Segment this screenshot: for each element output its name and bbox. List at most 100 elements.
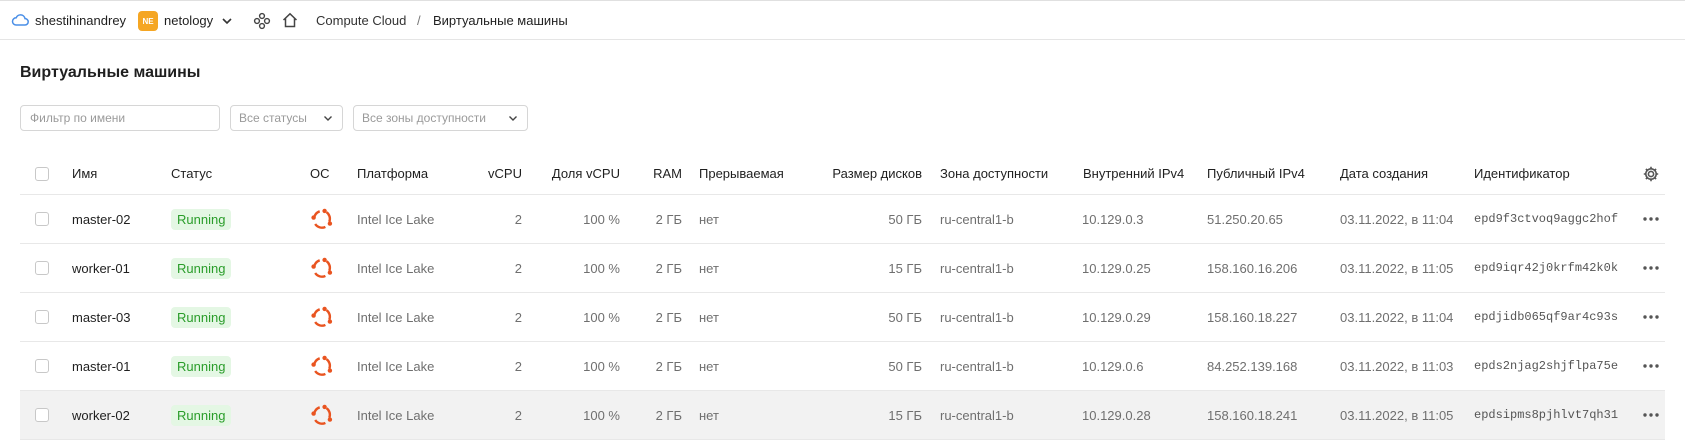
col-vcpu-share[interactable]: Доля vCPU xyxy=(525,153,620,194)
created-cell: 03.11.2022, в 11:04 xyxy=(1340,211,1454,227)
col-zone[interactable]: Зона доступности xyxy=(940,153,1048,194)
preemptible-cell: нет xyxy=(699,358,719,374)
row-select-cell xyxy=(35,195,51,243)
vm-id-cell: epds2njag2shjflpa75e xyxy=(1474,359,1619,373)
table-row[interactable]: master-03 Running Intel Ice Lake 2 100 %… xyxy=(20,293,1665,342)
internal-ip-cell: 10.129.0.6 xyxy=(1082,358,1144,374)
created-cell: 03.11.2022, в 11:05 xyxy=(1340,260,1454,276)
top-bar: shestihinandrey NE netology Compute Clou… xyxy=(0,0,1685,40)
row-checkbox[interactable] xyxy=(35,359,49,373)
breadcrumb-current: Виртуальные машины xyxy=(433,13,568,28)
chevron-down-icon xyxy=(324,116,332,121)
preemptible-cell: нет xyxy=(699,260,719,276)
col-id[interactable]: Идентификатор xyxy=(1474,153,1570,194)
vcpu-share-cell: 100 % xyxy=(583,407,620,423)
chevron-down-icon[interactable] xyxy=(220,14,234,28)
status-cell: Running xyxy=(171,391,232,439)
home-icon[interactable] xyxy=(281,11,299,29)
status-badge: Running xyxy=(171,355,232,377)
vm-name[interactable]: worker-01 xyxy=(72,244,130,292)
preemptible-cell: нет xyxy=(699,407,719,423)
select-all-cell xyxy=(35,153,51,194)
col-vcpu[interactable]: vCPU xyxy=(440,153,522,194)
vm-name[interactable]: worker-02 xyxy=(72,391,130,439)
ram-cell: 2 ГБ xyxy=(655,260,682,276)
col-created[interactable]: Дата создания xyxy=(1340,153,1428,194)
page-title: Виртуальные машины xyxy=(20,64,201,81)
more-actions-icon[interactable] xyxy=(1640,293,1662,341)
col-disk-size[interactable]: Размер дисков xyxy=(800,153,922,194)
status-filter-select[interactable]: Все статусы xyxy=(230,105,343,131)
more-actions-icon[interactable] xyxy=(1640,195,1662,243)
services-icon[interactable] xyxy=(253,12,271,30)
zone-cell: ru-central1-b xyxy=(940,260,1014,276)
platform-cell: Intel Ice Lake xyxy=(357,211,435,227)
created-cell: 03.11.2022, в 11:03 xyxy=(1340,358,1454,374)
row-checkbox[interactable] xyxy=(35,310,49,324)
table-header: Имя Статус ОС Платформа vCPU Доля vCPU R… xyxy=(20,153,1665,195)
select-all-checkbox[interactable] xyxy=(35,166,49,181)
row-checkbox[interactable] xyxy=(35,212,49,226)
row-select-cell xyxy=(35,293,51,341)
vm-id-cell: epdjidb065qf9ar4c93s xyxy=(1474,310,1619,324)
vcpu-cell: 2 xyxy=(514,407,522,423)
org-name[interactable]: netology xyxy=(164,13,213,28)
gear-icon[interactable] xyxy=(1640,153,1662,194)
cloud-icon xyxy=(11,12,29,28)
ubuntu-icon xyxy=(310,195,334,243)
public-ip-cell: 51.250.20.65 xyxy=(1207,211,1283,227)
col-os[interactable]: ОС xyxy=(310,153,330,194)
disk-size-cell: 50 ГБ xyxy=(888,309,922,325)
breadcrumb-separator: / xyxy=(417,13,421,28)
row-select-cell xyxy=(35,391,51,439)
ram-cell: 2 ГБ xyxy=(655,358,682,374)
status-cell: Running xyxy=(171,293,232,341)
preemptible-cell: нет xyxy=(699,309,719,325)
col-public-ip[interactable]: Публичный IPv4 xyxy=(1207,153,1305,194)
row-checkbox[interactable] xyxy=(35,408,49,422)
ram-cell: 2 ГБ xyxy=(655,309,682,325)
status-filter-value: Все статусы xyxy=(239,111,307,125)
table-row[interactable]: master-01 Running Intel Ice Lake 2 100 %… xyxy=(20,342,1665,391)
col-ram[interactable]: RAM xyxy=(625,153,682,194)
table-row[interactable]: worker-01 Running Intel Ice Lake 2 100 %… xyxy=(20,244,1665,293)
vm-name[interactable]: master-01 xyxy=(72,342,131,390)
ram-cell: 2 ГБ xyxy=(655,211,682,227)
public-ip-cell: 158.160.16.206 xyxy=(1207,260,1298,276)
internal-ip-cell: 10.129.0.28 xyxy=(1082,407,1151,423)
vcpu-share-cell: 100 % xyxy=(583,358,620,374)
disk-size-cell: 50 ГБ xyxy=(888,358,922,374)
platform-cell: Intel Ice Lake xyxy=(357,309,435,325)
breadcrumb-compute-cloud[interactable]: Compute Cloud xyxy=(316,13,406,28)
ubuntu-icon xyxy=(310,342,334,390)
created-cell: 03.11.2022, в 11:05 xyxy=(1340,407,1454,423)
disk-size-cell: 15 ГБ xyxy=(888,407,922,423)
row-checkbox[interactable] xyxy=(35,261,49,275)
preemptible-cell: нет xyxy=(699,211,719,227)
vm-name[interactable]: master-03 xyxy=(72,293,131,341)
zone-cell: ru-central1-b xyxy=(940,407,1014,423)
platform-cell: Intel Ice Lake xyxy=(357,407,435,423)
disk-size-cell: 15 ГБ xyxy=(888,260,922,276)
public-ip-cell: 158.160.18.241 xyxy=(1207,407,1298,423)
platform-cell: Intel Ice Lake xyxy=(357,260,435,276)
table-row[interactable]: worker-02 Running Intel Ice Lake 2 100 %… xyxy=(20,391,1665,440)
col-internal-ip[interactable]: Внутренний IPv4 xyxy=(1083,153,1184,194)
status-cell: Running xyxy=(171,342,232,390)
name-filter-input[interactable] xyxy=(20,105,220,131)
account-name[interactable]: shestihinandrey xyxy=(35,13,126,28)
col-status[interactable]: Статус xyxy=(171,153,212,194)
status-badge: Running xyxy=(171,306,232,328)
col-platform[interactable]: Платформа xyxy=(357,153,428,194)
status-cell: Running xyxy=(171,195,232,243)
col-preemptible[interactable]: Прерываемая xyxy=(699,153,784,194)
more-actions-icon[interactable] xyxy=(1640,342,1662,390)
zone-filter-select[interactable]: Все зоны доступности xyxy=(353,105,528,131)
vm-name[interactable]: master-02 xyxy=(72,195,131,243)
table-row[interactable]: master-02 Running Intel Ice Lake 2 100 %… xyxy=(20,195,1665,244)
more-actions-icon[interactable] xyxy=(1640,244,1662,292)
zone-cell: ru-central1-b xyxy=(940,309,1014,325)
vcpu-cell: 2 xyxy=(514,211,522,227)
col-name[interactable]: Имя xyxy=(72,153,97,194)
more-actions-icon[interactable] xyxy=(1640,391,1662,439)
